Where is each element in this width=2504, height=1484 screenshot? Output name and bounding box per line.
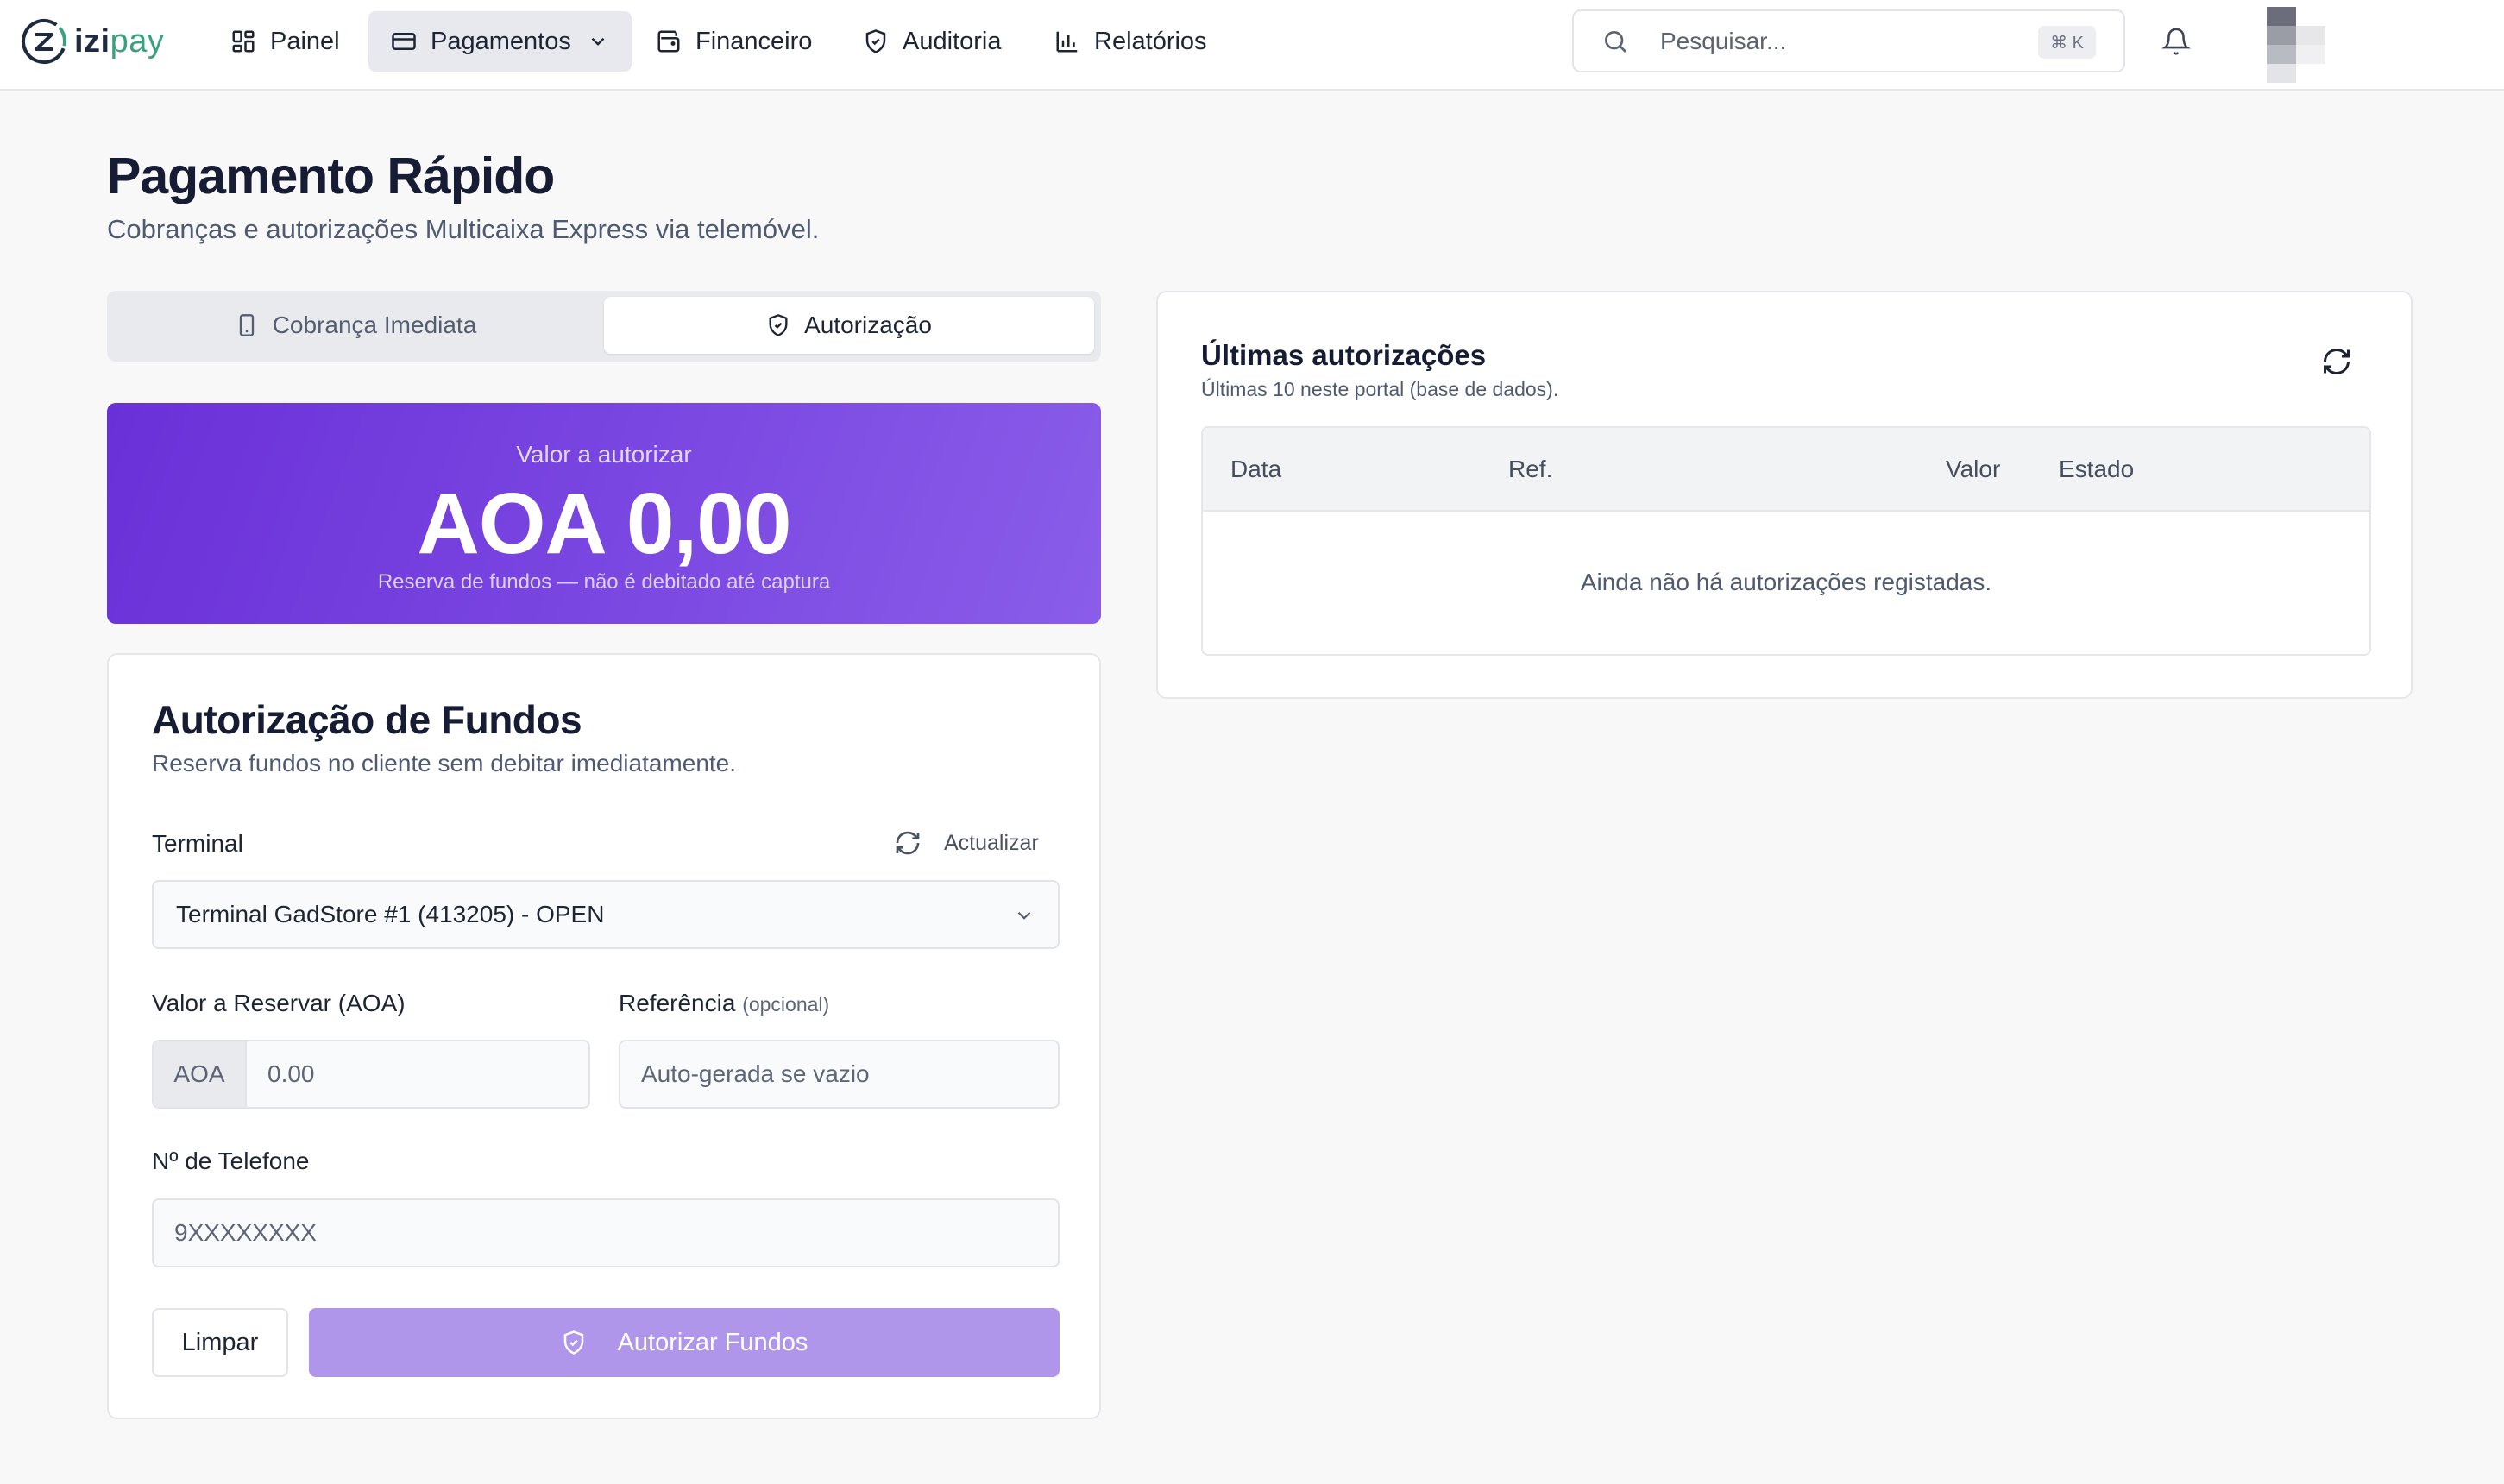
nav-item-label: Financeiro [695, 27, 813, 55]
nav-item-auditoria[interactable]: Auditoria [840, 11, 1023, 72]
empty-state-message: Ainda não há autorizações registadas. [1580, 569, 1992, 595]
tab-label: Cobrança Imediata [272, 311, 477, 338]
chevron-down-icon [1017, 911, 1031, 920]
refresh-icon [896, 831, 920, 855]
currency-prefix: AOA [154, 1041, 247, 1107]
amount-note: Reserva de fundos — não é debitado até c… [377, 570, 831, 594]
table-header: Data Ref. Valor Estado [1203, 428, 2369, 512]
nav-item-label: Relatórios [1094, 27, 1207, 55]
search-icon [1605, 30, 1626, 53]
global-search[interactable]: ⌘ K [1572, 9, 2125, 72]
nav-item-label: Painel [270, 27, 340, 55]
tab-autorizacao[interactable]: Autorização [604, 297, 1094, 354]
wallet-icon [657, 30, 680, 53]
phone-field-label: Nº de Telefone [152, 1148, 310, 1174]
brand-name-part1: izi [74, 22, 110, 60]
refresh-label: Actualizar [944, 830, 1039, 855]
nav-item-painel[interactable]: Painel [208, 11, 362, 72]
authorizations-table: Data Ref. Valor Estado Ainda não há auto… [1201, 426, 2371, 656]
shield-check-icon [563, 1330, 583, 1355]
form-title: Autorização de Fundos [152, 697, 582, 742]
column-header-valor: Valor [1946, 456, 2001, 482]
optional-hint: (opcional) [742, 993, 830, 1016]
reference-input[interactable] [620, 1041, 1058, 1107]
credit-card-icon [392, 33, 416, 50]
amount-input-group: AOA [152, 1040, 590, 1109]
amount-input[interactable] [247, 1041, 588, 1107]
shield-icon [865, 29, 886, 53]
recent-authorizations-card: Últimas autorizações Últimas 10 neste po… [1156, 291, 2413, 699]
column-header-data: Data [1230, 456, 1282, 482]
refresh-icon[interactable] [2321, 346, 2352, 377]
brand-name: izipay [74, 23, 164, 60]
nav-item-financeiro[interactable]: Financeiro [633, 11, 834, 72]
nav-item-pagamentos[interactable]: Pagamentos [368, 11, 632, 72]
authorize-funds-button[interactable]: Autorizar Fundos [309, 1308, 1060, 1377]
terminal-label: Terminal [152, 830, 243, 857]
phone-field [152, 1198, 1060, 1267]
clear-button[interactable]: Limpar [152, 1308, 288, 1377]
nav-item-label: Auditoria [903, 27, 1002, 55]
tab-label: Autorização [804, 311, 932, 338]
nav-item-relatorios[interactable]: Relatórios [1032, 11, 1230, 72]
payment-mode-tabs: Cobrança Imediata Autorização [107, 291, 1101, 362]
bell-icon[interactable] [2161, 26, 2191, 57]
amount-label: Valor a autorizar [516, 441, 692, 468]
authorization-form-card: Autorização de Fundos Reserva fundos no … [107, 653, 1101, 1419]
nav-item-label: Pagamentos [431, 27, 571, 55]
bar-chart-icon [1056, 31, 1078, 53]
amount-value: AOA 0,00 [417, 475, 792, 572]
page-subtitle: Cobranças e autorizações Multicaixa Expr… [107, 214, 820, 244]
phone-input[interactable] [154, 1200, 1058, 1266]
search-shortcut-badge: ⌘ K [2038, 26, 2096, 59]
tab-cobranca-imediata[interactable]: Cobrança Imediata [114, 297, 597, 354]
terminal-select[interactable]: Terminal GadStore #1 (413205) - OPEN [152, 880, 1060, 949]
brand-logo[interactable]: izipay [19, 16, 164, 67]
recent-subtitle: Últimas 10 neste portal (base de dados). [1201, 378, 1559, 400]
column-header-estado: Estado [2059, 456, 2135, 482]
reference-field-label: Referência (opcional) [619, 990, 829, 1017]
chevron-down-icon [591, 37, 605, 46]
recent-title: Últimas autorizações [1201, 339, 1487, 371]
avatar[interactable] [2267, 7, 2325, 83]
amount-field-label: Valor a Reservar (AOA) [152, 990, 406, 1016]
refresh-terminals-button[interactable]: Actualizar [894, 824, 1039, 862]
phone-icon [239, 314, 254, 336]
brand-name-part2: pay [110, 22, 165, 60]
page-title: Pagamento Rápido [107, 148, 555, 204]
form-subtitle: Reserva fundos no cliente sem debitar im… [152, 750, 737, 777]
column-header-ref: Ref. [1508, 456, 1553, 482]
reference-label-text: Referência [619, 990, 736, 1016]
terminal-selected-value: Terminal GadStore #1 (413205) - OPEN [176, 901, 605, 928]
reference-field [619, 1040, 1060, 1109]
logo-mark-icon [22, 19, 66, 64]
top-navbar: izipay Painel Pagamentos Financeiro Audi… [0, 0, 2504, 91]
shield-check-icon [769, 314, 788, 336]
search-input[interactable] [1660, 27, 2040, 55]
submit-label: Autorizar Fundos [617, 1328, 808, 1356]
authorization-amount-banner: Valor a autorizar AOA 0,00 Reserva de fu… [107, 403, 1101, 624]
dashboard-icon [232, 30, 255, 53]
